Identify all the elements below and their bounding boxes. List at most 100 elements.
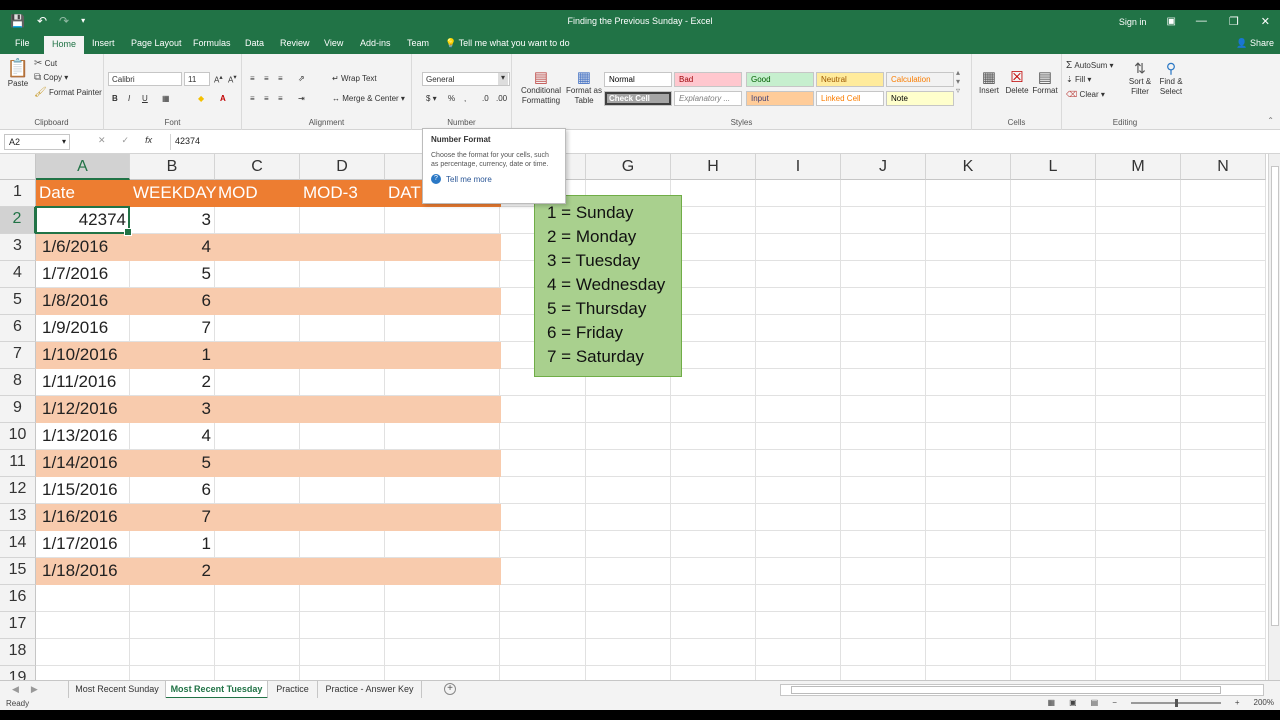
column-header-h[interactable]: H xyxy=(671,154,756,180)
copy-button[interactable]: ⧉ Copy ▾ xyxy=(34,72,68,83)
sort-filter-button[interactable]: ⇅ Sort & Filter xyxy=(1126,60,1154,97)
date-cell[interactable]: 1/9/2016 xyxy=(36,315,130,342)
zoom-slider[interactable] xyxy=(1130,698,1221,707)
row-header-9[interactable]: 9 xyxy=(0,396,36,423)
font-size-select[interactable]: 11 xyxy=(184,72,210,86)
tab-home[interactable]: Home xyxy=(44,36,85,54)
date-cell[interactable]: 1/6/2016 xyxy=(36,234,130,261)
zoom-out-icon[interactable]: − xyxy=(1112,698,1117,707)
tell-me-more-link[interactable]: ? Tell me more xyxy=(431,174,557,184)
column-header-l[interactable]: L xyxy=(1011,154,1096,180)
cell-style-calculation[interactable]: Calculation xyxy=(886,72,954,87)
weekday-cell[interactable]: 6 xyxy=(130,477,215,504)
date-cell[interactable]: 1/11/2016 xyxy=(36,369,130,396)
weekday-cell[interactable]: 7 xyxy=(130,315,215,342)
weekday-cell[interactable]: 5 xyxy=(130,261,215,288)
minimize-icon[interactable]: — xyxy=(1196,15,1207,28)
comma-icon[interactable]: , xyxy=(464,94,466,103)
row-header-18[interactable]: 18 xyxy=(0,639,36,666)
number-format-select[interactable]: General ▾ xyxy=(422,72,510,86)
cell-style-normal[interactable]: Normal xyxy=(604,72,672,87)
weekday-cell[interactable]: 7 xyxy=(130,504,215,531)
align-right-icon[interactable]: ≡ xyxy=(278,94,283,103)
header-cell[interactable]: MOD xyxy=(215,180,300,207)
row-header-12[interactable]: 12 xyxy=(0,477,36,504)
page-break-view-icon[interactable]: ▤ xyxy=(1091,698,1099,707)
align-bottom-icon[interactable]: ≡ xyxy=(278,74,283,83)
vertical-scrollbar[interactable] xyxy=(1268,154,1280,680)
decrease-decimal-icon[interactable]: .00 xyxy=(496,94,507,103)
row-header-8[interactable]: 8 xyxy=(0,369,36,396)
date-cell[interactable]: 1/10/2016 xyxy=(36,342,130,369)
cell-style-neutral[interactable]: Neutral xyxy=(816,72,884,87)
increase-decimal-icon[interactable]: .0 xyxy=(482,94,489,103)
sign-in-link[interactable]: Sign in xyxy=(1119,17,1147,27)
column-header-c[interactable]: C xyxy=(215,154,300,180)
date-cell[interactable]: 1/17/2016 xyxy=(36,531,130,558)
chevron-down-icon[interactable]: ▾ xyxy=(498,73,508,85)
row-header-5[interactable]: 5 xyxy=(0,288,36,315)
row-header-4[interactable]: 4 xyxy=(0,261,36,288)
formula-input[interactable]: 42374 xyxy=(170,134,1270,150)
page-layout-view-icon[interactable]: ▣ xyxy=(1069,698,1077,707)
align-middle-icon[interactable]: ≡ xyxy=(264,74,269,83)
column-header-m[interactable]: M xyxy=(1096,154,1181,180)
date-cell[interactable]: 1/7/2016 xyxy=(36,261,130,288)
select-all-corner[interactable] xyxy=(0,154,36,180)
date-cell[interactable]: 1/8/2016 xyxy=(36,288,130,315)
row-header-10[interactable]: 10 xyxy=(0,423,36,450)
row-header-19[interactable]: 19 xyxy=(0,666,36,680)
tab-team[interactable]: Team xyxy=(407,38,429,48)
column-header-a[interactable]: A xyxy=(36,154,130,180)
tab-data[interactable]: Data xyxy=(245,38,264,48)
format-cells-button[interactable]: ▤ Format xyxy=(1032,68,1058,95)
sheet-tab-most-recent-tuesday[interactable]: Most Recent Tuesday xyxy=(166,681,268,699)
tab-formulas[interactable]: Formulas xyxy=(193,38,231,48)
format-painter-button[interactable]: 🖌 Format Painter xyxy=(34,87,102,98)
column-header-g[interactable]: G xyxy=(586,154,671,180)
column-header-b[interactable]: B xyxy=(130,154,215,180)
header-cell[interactable]: MOD-3 xyxy=(300,180,385,207)
row-header-17[interactable]: 17 xyxy=(0,612,36,639)
cell-style-input[interactable]: Input xyxy=(746,91,814,106)
date-cell[interactable]: 1/13/2016 xyxy=(36,423,130,450)
conditional-formatting-button[interactable]: ▤ Conditional Formatting xyxy=(516,68,566,106)
cell-style-good[interactable]: Good xyxy=(746,72,814,87)
tab-view[interactable]: View xyxy=(324,38,343,48)
column-header-j[interactable]: J xyxy=(841,154,926,180)
row-header-14[interactable]: 14 xyxy=(0,531,36,558)
format-as-table-button[interactable]: ▦ Format as Table xyxy=(566,68,602,106)
tell-me-box[interactable]: 💡 Tell me what you want to do xyxy=(445,38,570,49)
insert-function-icon[interactable]: fx xyxy=(145,135,152,146)
row-header-13[interactable]: 13 xyxy=(0,504,36,531)
active-cell-selection[interactable] xyxy=(35,206,132,236)
autosum-button[interactable]: Σ AutoSum ▾ xyxy=(1066,60,1114,71)
row-header-2[interactable]: 2 xyxy=(0,207,36,234)
shrink-font-button[interactable]: A▾ xyxy=(228,73,237,85)
tab-page-layout[interactable]: Page Layout xyxy=(131,38,182,48)
weekday-cell[interactable]: 2 xyxy=(130,558,215,585)
name-box[interactable]: A2 ▾ xyxy=(4,134,70,150)
cut-button[interactable]: ✂ Cut xyxy=(34,58,57,69)
header-cell[interactable]: WEEKDAY xyxy=(130,180,225,207)
fill-color-icon[interactable]: ◆ xyxy=(198,94,204,103)
weekday-cell[interactable]: 2 xyxy=(130,369,215,396)
restore-icon[interactable]: ❐ xyxy=(1229,15,1239,28)
cell-style-note[interactable]: Note xyxy=(886,91,954,106)
bold-button[interactable]: B xyxy=(112,94,118,103)
orientation-icon[interactable]: ⇗ xyxy=(298,74,305,83)
tab-add-ins[interactable]: Add-ins xyxy=(360,38,391,48)
underline-button[interactable]: U xyxy=(142,94,148,103)
column-header-n[interactable]: N xyxy=(1181,154,1266,180)
collapse-ribbon-icon[interactable]: ⌃ xyxy=(1267,116,1274,125)
clear-button[interactable]: ⌫ Clear ▾ xyxy=(1066,90,1105,99)
align-left-icon[interactable]: ≡ xyxy=(250,94,255,103)
row-header-1[interactable]: 1 xyxy=(0,180,36,207)
tab-review[interactable]: Review xyxy=(280,38,310,48)
row-header-3[interactable]: 3 xyxy=(0,234,36,261)
tab-insert[interactable]: Insert xyxy=(92,38,115,48)
column-header-k[interactable]: K xyxy=(926,154,1011,180)
find-select-button[interactable]: ⚲ Find & Select xyxy=(1156,60,1186,97)
weekday-cell[interactable]: 4 xyxy=(130,234,215,261)
indent-icon[interactable]: ⇥ xyxy=(298,94,305,103)
